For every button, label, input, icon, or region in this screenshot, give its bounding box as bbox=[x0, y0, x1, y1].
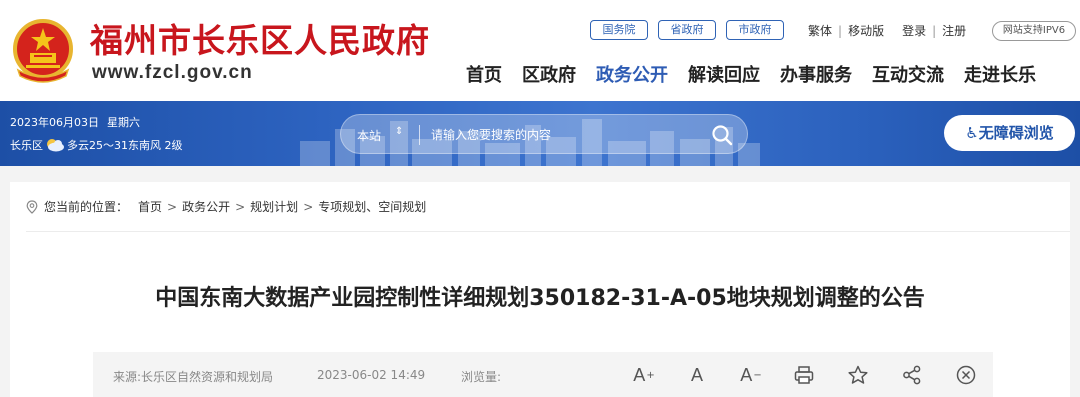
current-date: 2023年06月03日 星期六 bbox=[10, 114, 140, 130]
article-meta-bar: 来源:长乐区自然资源和规划局 2023-06-02 14:49 浏览量: A + … bbox=[93, 352, 993, 397]
font-decrease-button[interactable]: A − bbox=[739, 364, 763, 386]
location-pin-icon bbox=[26, 199, 38, 214]
print-icon[interactable] bbox=[793, 364, 815, 386]
breadcrumb-home[interactable]: 首页 bbox=[138, 198, 162, 215]
breadcrumb-prefix: 您当前的位置： bbox=[44, 200, 129, 214]
divider: | bbox=[932, 24, 937, 38]
main-nav: 首页 区政府 政务公开 解读回应 办事服务 互动交流 走进长乐 bbox=[466, 61, 1036, 87]
national-emblem-icon bbox=[13, 19, 73, 83]
share-icon[interactable] bbox=[901, 364, 923, 386]
weather-text: 多云25～31东南风 2级 bbox=[67, 139, 183, 152]
search-scope-select[interactable]: 本站 bbox=[357, 127, 381, 144]
breadcrumb-separator: > bbox=[167, 199, 178, 214]
article-date: 2023-06-02 14:49 bbox=[317, 368, 426, 382]
font-increase-label: A bbox=[633, 364, 646, 385]
article-title: 中国东南大数据产业园控制性详细规划350182-31-A-05地块规划调整的公告 bbox=[155, 286, 925, 311]
search-icon[interactable] bbox=[711, 124, 733, 146]
nav-government-affairs[interactable]: 政务公开 bbox=[596, 61, 668, 87]
gov-link-province[interactable]: 省政府 bbox=[658, 20, 716, 40]
plus-mark: + bbox=[646, 369, 655, 381]
breadcrumb-separator: > bbox=[303, 199, 314, 214]
nav-interpretation[interactable]: 解读回应 bbox=[688, 61, 760, 87]
region-text: 长乐区 bbox=[10, 139, 43, 152]
date-text: 2023年06月03日 bbox=[10, 116, 99, 129]
accessibility-button[interactable]: ♿无障碍浏览 bbox=[944, 115, 1075, 151]
breadcrumb-planning[interactable]: 规划计划 bbox=[250, 198, 298, 215]
search-banner: 2023年06月03日星期六 长乐区 多云25～31东南风 2级 本站 ⇕ ♿无… bbox=[0, 101, 1080, 166]
search-input[interactable] bbox=[431, 124, 691, 146]
breadcrumb-separator: > bbox=[235, 199, 246, 214]
search-box: 本站 ⇕ bbox=[340, 114, 748, 154]
minus-mark: − bbox=[753, 369, 762, 381]
star-icon[interactable] bbox=[847, 364, 869, 386]
nav-home[interactable]: 首页 bbox=[466, 61, 502, 87]
font-default-button[interactable]: A bbox=[687, 364, 707, 386]
font-increase-button[interactable]: A + bbox=[633, 364, 655, 386]
article-views: 浏览量: bbox=[461, 370, 502, 384]
site-header: 福州市长乐区人民政府 www.fzcl.gov.cn 国务院 省政府 市政府 繁… bbox=[0, 0, 1080, 101]
search-divider bbox=[419, 125, 420, 145]
gov-link-state-council[interactable]: 国务院 bbox=[590, 20, 648, 40]
utility-links: 繁体 | 移动版 登录 | 注册 bbox=[808, 22, 966, 39]
font-default-label: A bbox=[690, 364, 703, 385]
traditional-chinese-link[interactable]: 繁体 bbox=[808, 24, 832, 38]
divider: | bbox=[838, 24, 843, 38]
nav-services[interactable]: 办事服务 bbox=[780, 61, 852, 87]
weekday-text: 星期六 bbox=[107, 116, 140, 129]
weather-info: 长乐区 多云25～31东南风 2级 bbox=[10, 137, 183, 153]
font-decrease-label: A bbox=[740, 364, 753, 385]
article-card: 您当前的位置： 首页 > 政务公开 > 规划计划 > 专项规划、空间规划 中国东… bbox=[10, 182, 1070, 397]
cloud-icon bbox=[47, 139, 64, 152]
breadcrumb-special-planning[interactable]: 专项规划、空间规划 bbox=[318, 198, 426, 215]
login-link[interactable]: 登录 bbox=[902, 24, 926, 38]
ipv6-badge: 网站支持IPV6 bbox=[992, 21, 1076, 41]
breadcrumb: 您当前的位置： 首页 > 政务公开 > 规划计划 > 专项规划、空间规划 bbox=[26, 182, 1070, 232]
sort-arrows-icon[interactable]: ⇕ bbox=[395, 126, 403, 137]
gov-link-city[interactable]: 市政府 bbox=[726, 20, 784, 40]
register-link[interactable]: 注册 bbox=[942, 24, 966, 38]
nav-about-changle[interactable]: 走进长乐 bbox=[964, 61, 1036, 87]
close-icon[interactable] bbox=[955, 364, 977, 386]
nav-interaction[interactable]: 互动交流 bbox=[872, 61, 944, 87]
breadcrumb-government-affairs[interactable]: 政务公开 bbox=[182, 198, 230, 215]
site-url: www.fzcl.gov.cn bbox=[92, 62, 253, 83]
article-source: 来源:长乐区自然资源和规划局 bbox=[113, 370, 274, 384]
gov-links: 国务院 省政府 市政府 bbox=[590, 20, 784, 40]
mobile-version-link[interactable]: 移动版 bbox=[848, 24, 884, 38]
site-name[interactable]: 福州市长乐区人民政府 bbox=[90, 14, 430, 62]
nav-district-government[interactable]: 区政府 bbox=[522, 61, 576, 87]
